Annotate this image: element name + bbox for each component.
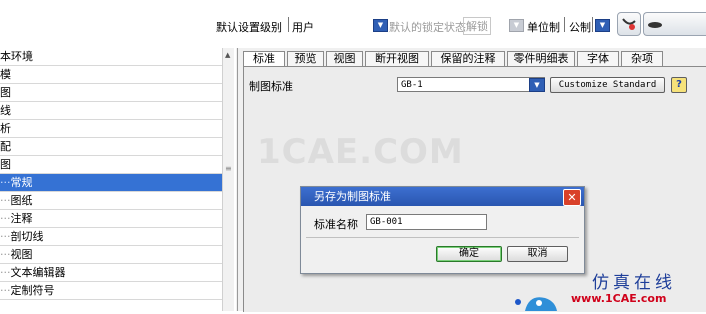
tree-item[interactable]: 图 <box>0 156 222 174</box>
settings-tool-icon[interactable] <box>617 12 641 36</box>
tab-misc[interactable]: 杂项 <box>621 51 663 66</box>
tree-item[interactable]: ···文本编辑器 <box>0 264 222 282</box>
tree-connector: ··· <box>0 212 11 225</box>
tree-connector: ··· <box>0 176 11 189</box>
tree-item[interactable]: ···定制符号 <box>0 282 222 300</box>
lock-label: 默认的锁定状态 <box>389 21 466 34</box>
tree-connector: ··· <box>0 194 11 207</box>
tab-parts-list[interactable]: 零件明细表 <box>507 51 575 66</box>
unit-chevron-down-icon[interactable]: ▼ <box>595 19 610 32</box>
tree-item[interactable]: 线 <box>0 102 222 120</box>
logo-icon <box>511 290 559 311</box>
customize-standard-button[interactable]: Customize Standard <box>550 77 665 93</box>
help-icon[interactable]: ? <box>671 77 687 93</box>
tree-item[interactable]: ···注释 <box>0 210 222 228</box>
watermark: 1CAE.COM <box>257 132 464 172</box>
tab-retained-annotations[interactable]: 保留的注释 <box>431 51 505 66</box>
tree-connector: ··· <box>0 284 11 297</box>
tree-item[interactable]: ···剖切线 <box>0 228 222 246</box>
tree-item[interactable]: 析 <box>0 120 222 138</box>
tree-item-label: 视图 <box>10 248 33 261</box>
tree-item-label: 注释 <box>10 212 33 225</box>
separator <box>288 17 289 32</box>
eye-tool-icon[interactable] <box>643 12 706 36</box>
toolbar: 默认设置级别 用户 ▼ 默认的锁定状态 解锁 ▼ 单位制 公制 ▼ <box>0 0 706 44</box>
tab-strip: 标准 预览 视图 断开视图 保留的注释 零件明细表 字体 杂项 <box>236 48 706 68</box>
ok-button[interactable]: 确定 <box>436 246 502 262</box>
level-select[interactable]: 用户 <box>292 19 314 35</box>
scroll-grip-icon[interactable]: ≡ <box>225 164 232 173</box>
tree-connector: ··· <box>0 266 11 279</box>
brand-title: 仿真在线 <box>592 273 676 293</box>
cancel-button[interactable]: 取消 <box>507 246 568 262</box>
scroll-up-icon[interactable]: ▲ <box>225 51 230 59</box>
tree-item-label: 线 <box>0 104 11 117</box>
lock-chevron-down-icon[interactable]: ▼ <box>373 19 388 32</box>
tree-item[interactable]: ···视图 <box>0 246 222 264</box>
tree-item-label: 剖切线 <box>10 230 44 243</box>
drafting-standard-value: GB-1 <box>401 80 423 90</box>
tree-scrollbar[interactable]: ▲ ≡ <box>222 48 234 311</box>
separator <box>592 17 593 32</box>
standard-name-value: GB-001 <box>370 217 403 227</box>
tree-item[interactable]: ···图纸 <box>0 192 222 210</box>
standard-name-input[interactable]: GB-001 <box>366 214 487 230</box>
tree-item-label: 文本编辑器 <box>10 266 66 279</box>
tree-connector: ··· <box>0 248 11 261</box>
tree-item-selected[interactable]: ···常规 <box>0 174 222 192</box>
close-icon[interactable]: ✕ <box>563 189 581 206</box>
tree-item-label: 模 <box>0 68 11 81</box>
save-as-standard-dialog: 另存为制图标准 ✕ 标准名称 GB-001 确定 取消 <box>300 186 585 274</box>
tree-item[interactable]: 配 <box>0 138 222 156</box>
unit-label: 单位制 <box>527 21 560 34</box>
tree-item-label: 图 <box>0 158 11 171</box>
unit-select[interactable]: 公制 <box>569 19 591 35</box>
tree-item[interactable]: 图 <box>0 84 222 102</box>
drafting-standard-select[interactable]: GB-1 <box>397 77 545 92</box>
tree-item-label: 配 <box>0 140 11 153</box>
dialog-title: 另存为制图标准 <box>314 190 391 203</box>
tree-item-label: 图纸 <box>10 194 33 207</box>
tab-standard[interactable]: 标准 <box>243 51 285 67</box>
panel-divider <box>237 48 238 311</box>
tree-item-label: 本环境 <box>0 50 33 63</box>
tab-break-view[interactable]: 断开视图 <box>365 51 429 66</box>
tree-item-label: 图 <box>0 86 11 99</box>
tab-font[interactable]: 字体 <box>577 51 619 66</box>
tree-connector: ··· <box>0 230 11 243</box>
chevron-down-icon[interactable]: ▼ <box>529 78 545 92</box>
dialog-titlebar[interactable]: 另存为制图标准 <box>301 187 584 206</box>
settings-tree: 本环境 模 图 线 析 配 图 ···常规 ···图纸 ···注释 ···剖切线… <box>0 48 234 311</box>
standard-name-label: 标准名称 <box>314 218 358 231</box>
dialog-divider <box>306 237 579 238</box>
tab-view[interactable]: 视图 <box>326 51 363 66</box>
tree-item[interactable]: 本环境 <box>0 48 222 66</box>
tree-item-label: 常规 <box>10 176 33 189</box>
default-level-label: 默认设置级别 <box>216 21 282 34</box>
brand-url[interactable]: www.1CAE.com <box>571 292 666 305</box>
unit-chevron-down-icon[interactable]: ▼ <box>509 19 524 32</box>
tree-item[interactable]: 模 <box>0 66 222 84</box>
tab-preview[interactable]: 预览 <box>287 51 324 66</box>
tree-item-label: 定制符号 <box>10 284 55 297</box>
separator <box>564 17 565 32</box>
drafting-standard-label: 制图标准 <box>249 80 293 93</box>
lock-value[interactable]: 解锁 <box>463 17 491 35</box>
tree-item-label: 析 <box>0 122 11 135</box>
